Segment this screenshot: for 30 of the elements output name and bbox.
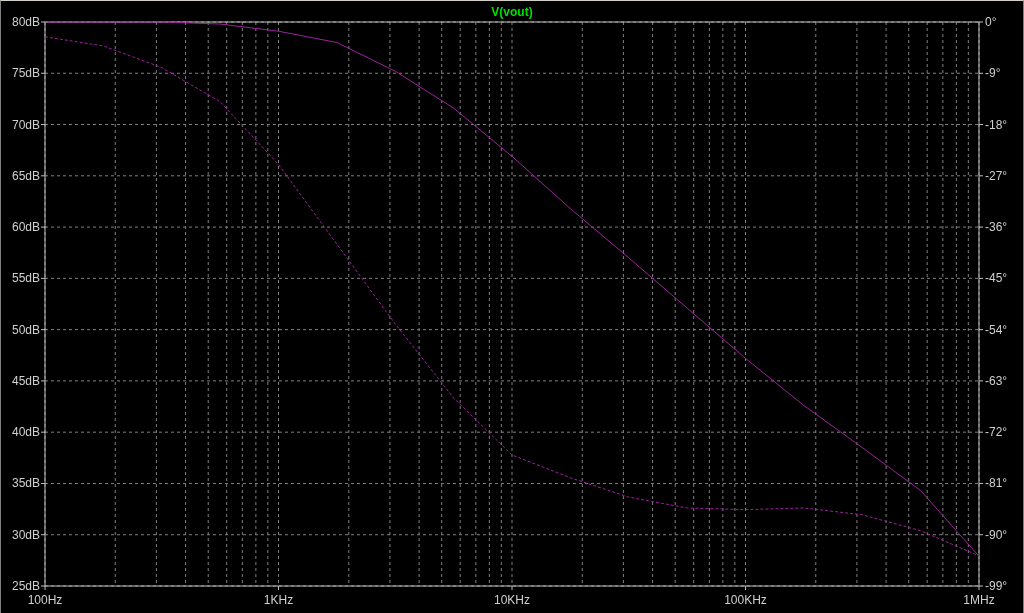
axis-tick-label: 25dB <box>11 579 40 593</box>
axis-tick-label: 40dB <box>11 425 40 440</box>
axis-tick-label: 50dB <box>11 322 40 337</box>
axis-tick-label: 1MHz <box>963 593 995 607</box>
axis-tick-label: 70dB <box>11 117 40 132</box>
axis-tick-label: -72° <box>985 425 1008 440</box>
axis-tick-label: -99° <box>985 579 1008 593</box>
axis-tick-label: -81° <box>985 476 1008 491</box>
axis-tick-label: -63° <box>985 373 1008 388</box>
axis-tick-label: 0° <box>985 15 997 29</box>
axis-tick-label: 45dB <box>11 373 40 388</box>
axis-tick-label: 75dB <box>11 66 40 81</box>
axis-tick-label: 80dB <box>11 15 40 29</box>
axis-tick-label: 30dB <box>11 527 40 542</box>
axis-tick-label: 100Hz <box>27 593 63 607</box>
axis-tick-label: 35dB <box>11 476 40 491</box>
axis-tick-label: 60dB <box>11 220 40 235</box>
axis-tick-label: 55dB <box>11 271 40 286</box>
axis-tick-label: -36° <box>985 220 1008 235</box>
axis-tick-label: -27° <box>985 168 1008 183</box>
axis-tick-label: 100KHz <box>724 593 767 607</box>
axis-tick-label: -54° <box>985 322 1008 337</box>
axis-tick-label: -9° <box>985 66 1001 81</box>
axis-tick-label: 10KHz <box>494 593 530 607</box>
axis-tick-label: -45° <box>985 271 1008 286</box>
axis-tick-label: -90° <box>985 527 1008 542</box>
axis-tick-label: 1KHz <box>263 593 294 607</box>
axis-tick-label: -18° <box>985 117 1008 132</box>
chart-title: V(vout) <box>491 5 533 19</box>
axis-tick-label: 65dB <box>11 168 40 183</box>
